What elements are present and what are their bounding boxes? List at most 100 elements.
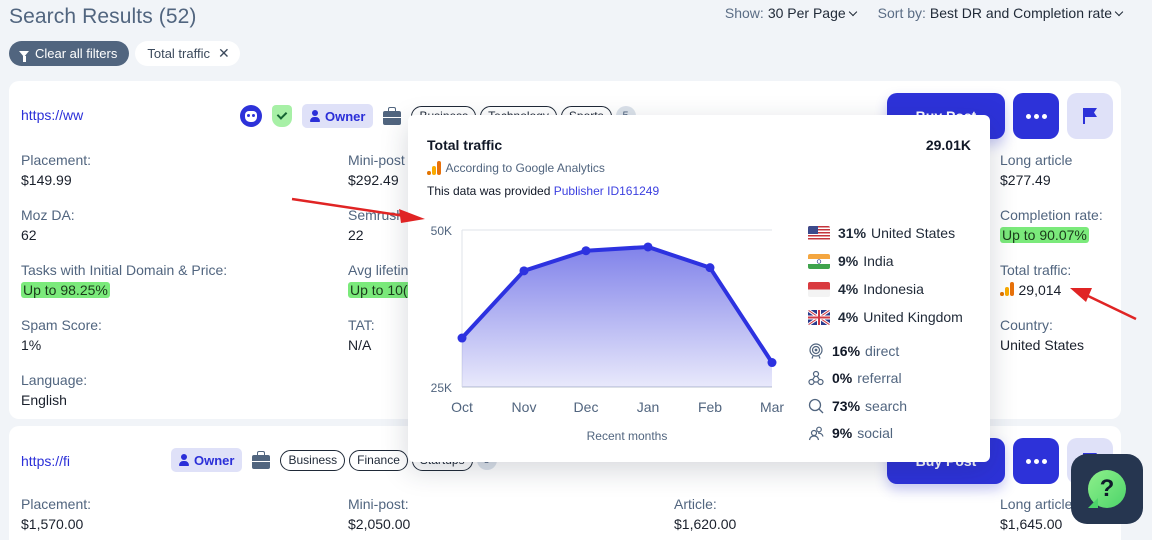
x-tick-label: Dec bbox=[574, 399, 599, 415]
target-icon bbox=[809, 343, 823, 359]
users-icon bbox=[808, 426, 824, 441]
field-value-highlight: Up to 90.07% bbox=[1000, 227, 1089, 243]
field-value: English bbox=[21, 392, 67, 408]
field-value: $149.99 bbox=[21, 172, 72, 188]
filter-bar: Clear all filters Total traffic ✕ bbox=[9, 41, 240, 66]
field-label: Avg lifetin bbox=[348, 262, 409, 278]
field-value: United States bbox=[1000, 337, 1085, 353]
field-label: Country: bbox=[1000, 317, 1053, 333]
data-source: According to Google Analytics bbox=[427, 161, 605, 175]
popover-total: 29.01K bbox=[925, 137, 971, 153]
field-value: $1,645.00 bbox=[1000, 516, 1063, 532]
data-point bbox=[519, 266, 529, 276]
field-placement: Placement: $1,570.00 bbox=[21, 494, 91, 534]
category-tag: Finance bbox=[349, 449, 408, 471]
field-label: Placement: bbox=[21, 496, 92, 512]
field-label: Moz DA: bbox=[21, 207, 75, 223]
owl-icon bbox=[240, 105, 262, 127]
publisher-link[interactable]: Publisher ID161249 bbox=[554, 184, 659, 198]
flag-icon bbox=[1083, 108, 1097, 124]
google-analytics-icon bbox=[1000, 282, 1014, 296]
source-pct: 73% bbox=[832, 397, 861, 414]
country-row: 4% Indonesia bbox=[808, 275, 963, 303]
chevron-down-icon bbox=[848, 7, 857, 17]
id-flag-icon bbox=[808, 281, 830, 297]
country-name: United Kingdom bbox=[863, 309, 963, 325]
field-country: Country: United States bbox=[1000, 315, 1084, 355]
filter-chip[interactable]: Total traffic ✕ bbox=[135, 41, 240, 66]
field-value-highlight: Up to 98.25% bbox=[21, 282, 110, 298]
data-point bbox=[767, 358, 777, 368]
data-point bbox=[457, 333, 467, 343]
site-url-link[interactable]: https://ww bbox=[21, 107, 83, 123]
country-name: India bbox=[863, 253, 894, 269]
field-long-article: Long article $277.49 bbox=[1000, 150, 1072, 190]
sort-select[interactable]: Sort by: Best DR and Completion rate bbox=[878, 5, 1124, 21]
field-total-traffic: Total traffic: 29,014 bbox=[1000, 260, 1071, 300]
field-semrush: Semrush 22 bbox=[348, 205, 404, 245]
country-row: 9% India bbox=[808, 247, 963, 275]
x-axis-label: Recent months bbox=[587, 429, 668, 443]
close-icon[interactable]: ✕ bbox=[218, 45, 230, 62]
more-options-button[interactable] bbox=[1013, 438, 1059, 484]
field-label: Mini-post bbox=[348, 152, 405, 168]
source-pct: 0% bbox=[832, 370, 853, 387]
source-name: social bbox=[857, 425, 894, 442]
field-label: Long article bbox=[1000, 496, 1073, 512]
field-moz-da: Moz DA: 62 bbox=[21, 205, 75, 245]
user-icon bbox=[179, 454, 189, 466]
owner-badge: Owner bbox=[302, 104, 374, 128]
gb-flag-icon bbox=[808, 309, 830, 325]
x-tick-label: Jan bbox=[637, 399, 660, 415]
clear-filters-button[interactable]: Clear all filters bbox=[9, 41, 130, 66]
per-page-select[interactable]: Show: 30 Per Page bbox=[725, 5, 857, 21]
per-page-value: 30 Per Page bbox=[767, 5, 846, 21]
field-value: 29,014 bbox=[1018, 282, 1062, 298]
help-chat-button[interactable]: ? bbox=[1071, 454, 1143, 524]
y-tick-label: 25K bbox=[431, 381, 452, 395]
filter-icon bbox=[19, 50, 29, 62]
chart-area bbox=[462, 246, 772, 387]
field-label: Mini-post: bbox=[348, 496, 409, 512]
site-url-link[interactable]: https://fi bbox=[21, 453, 70, 469]
field-value: $277.49 bbox=[1000, 172, 1051, 188]
more-options-button[interactable] bbox=[1013, 93, 1059, 139]
x-tick-label: Nov bbox=[512, 399, 537, 415]
field-mini-post: Mini-post $292.49 bbox=[348, 150, 405, 190]
verified-shield-icon bbox=[272, 105, 292, 127]
field-value: 62 bbox=[21, 227, 37, 243]
field-label: Article: bbox=[674, 496, 717, 512]
field-label: Long article bbox=[1000, 152, 1073, 168]
field-tasks: Tasks with Initial Domain & Price: Up to… bbox=[21, 260, 227, 300]
country-breakdown: 31% United States 9% India 4% Indonesia 4 bbox=[808, 219, 963, 331]
field-avg-lifetime: Avg lifetin Up to 10( bbox=[348, 260, 410, 300]
filter-chip-label: Total traffic bbox=[147, 46, 210, 61]
total-traffic-value[interactable]: 29,014 bbox=[1000, 280, 1071, 300]
field-language: Language: English bbox=[21, 370, 87, 410]
briefcase-icon bbox=[383, 106, 402, 125]
sort-value: Best DR and Completion rate bbox=[929, 5, 1112, 21]
y-tick-label: 50K bbox=[431, 224, 452, 238]
field-label: Tasks with Initial Domain & Price: bbox=[21, 262, 228, 278]
source-row: 0% referral bbox=[808, 365, 907, 393]
field-value: $292.49 bbox=[348, 172, 399, 188]
owner-badge: Owner bbox=[171, 448, 243, 472]
flag-button[interactable] bbox=[1067, 93, 1113, 139]
source-pct: 16% bbox=[832, 342, 861, 359]
field-placement: Placement: $149.99 bbox=[21, 150, 91, 190]
referral-icon bbox=[808, 371, 824, 386]
us-flag-icon bbox=[808, 225, 830, 241]
user-icon bbox=[310, 110, 320, 122]
list-controls: Show: 30 Per Page Sort by: Best DR and Com… bbox=[725, 5, 1124, 21]
field-value-highlight: Up to 10( bbox=[348, 282, 410, 298]
provider-prefix: This data was provided bbox=[427, 184, 551, 198]
owner-label: Owner bbox=[325, 108, 366, 124]
chevron-down-icon bbox=[1114, 7, 1124, 17]
briefcase-icon bbox=[252, 450, 271, 469]
country-row: 4% United Kingdom bbox=[808, 303, 963, 331]
field-article: Article: $1,620.00 bbox=[674, 494, 736, 534]
x-tick-label: Mar bbox=[760, 399, 784, 415]
field-mini-post: Mini-post: $2,050.00 bbox=[348, 494, 410, 534]
search-icon bbox=[808, 398, 824, 414]
field-label: Completion rate: bbox=[1000, 207, 1103, 223]
